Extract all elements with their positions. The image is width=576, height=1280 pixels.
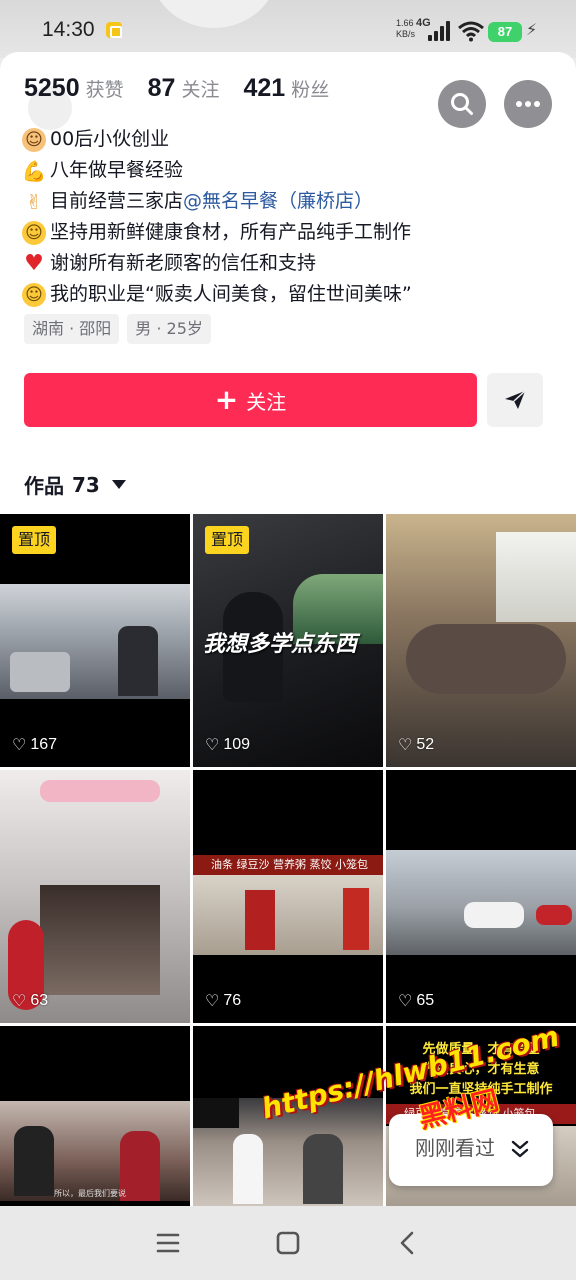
system-nav-bar <box>0 1206 576 1280</box>
collapse-label: 刚刚看过 <box>415 1136 495 1160</box>
more-icon <box>516 101 540 107</box>
video-tile[interactable] <box>193 1026 383 1212</box>
red-heart-icon: ♥ <box>24 250 44 276</box>
caption-line: 先做良心，才有生意 <box>422 1062 540 1077</box>
followers-count[interactable]: 421 <box>243 74 285 103</box>
follow-button[interactable]: + 关注 <box>24 373 477 427</box>
heart-outline-icon: ♡ <box>12 737 27 754</box>
bio-line: ✌ 目前经营三家店 @無名早餐（廉桥店） <box>22 186 562 217</box>
video-tile[interactable]: ♡ 52 <box>386 514 576 767</box>
bio-line: 💪 八年做早餐经验 <box>22 155 562 186</box>
profile-stats: 5250 获赞 87 关注 421 粉丝 <box>24 74 353 103</box>
home-icon[interactable] <box>273 1228 303 1258</box>
send-icon <box>505 390 526 409</box>
menu-icon[interactable] <box>153 1228 183 1258</box>
likes-value: 76 <box>223 992 242 1009</box>
flexed-biceps-icon: 💪 <box>21 158 47 183</box>
tab-works[interactable]: 作品 73 <box>24 470 126 499</box>
video-likes: ♡ 52 <box>398 735 434 755</box>
bio-line: ☺ 我的职业是“贩卖人间美食，留住世间美味” <box>22 279 562 310</box>
likes-count: 5250 <box>24 74 80 102</box>
heart-outline-icon: ♡ <box>12 993 27 1010</box>
gender-age-tag: 男 · 25岁 <box>127 314 211 344</box>
pinned-badge: 置顶 <box>12 526 57 554</box>
network-speed-unit: KB/s <box>396 29 416 39</box>
following-label[interactable]: 关注 <box>181 75 219 102</box>
profile-tags: 湖南 · 邵阳 男 · 25岁 <box>24 314 211 344</box>
heart-outline-icon: ♡ <box>398 993 413 1010</box>
location-tag: 湖南 · 邵阳 <box>24 314 120 344</box>
video-caption: 先做质量，才有销量 先做良心，才有生意 我们一直坚持纯手工制作 <box>386 1040 576 1100</box>
search-icon <box>451 93 473 115</box>
video-tile[interactable]: ♡ 65 <box>386 770 576 1023</box>
pinned-badge: 置顶 <box>205 526 250 554</box>
caption-line: 先做质量，才有销量 <box>422 1042 540 1057</box>
signal-icon <box>428 21 454 41</box>
status-bar: 14:30 1.66 4G KB/s 87 ⚡ <box>0 0 576 58</box>
works-tab-label: 作品 <box>24 474 64 498</box>
relieved-face-icon: ☺ <box>22 282 46 307</box>
chevron-double-down-icon <box>511 1140 529 1158</box>
battery-indicator: 87 <box>488 22 522 42</box>
boy-face-icon: ☺ <box>22 127 46 152</box>
video-overlay-text: 我想多学点东西 <box>203 632 358 657</box>
video-likes: ♡ 109 <box>205 735 250 755</box>
store-mention-link[interactable]: @無名早餐（廉桥店） <box>183 186 373 217</box>
bio-text: 八年做早餐经验 <box>50 159 184 181</box>
video-tile[interactable]: 油条 绿豆沙 营养粥 蒸饺 小笼包 ♡ 76 <box>193 770 383 1023</box>
collapse-button[interactable]: 刚刚看过 <box>389 1114 553 1186</box>
video-tile[interactable]: 所以，最后我们要说 <box>0 1026 190 1212</box>
bio-text: 谢谢所有新老顾客的信任和支持 <box>50 252 317 274</box>
profile-bio: ☺ 00后小伙创业 💪 八年做早餐经验 ✌ 目前经营三家店 @無名早餐（廉桥店）… <box>22 124 562 310</box>
likes-label: 获赞 <box>85 79 124 101</box>
likes-value: 63 <box>30 992 49 1009</box>
profile-card: 5250 获赞 87 关注 421 粉丝 ☺ 00后小伙创业 💪 八年做早餐经验… <box>0 52 576 1212</box>
more-button[interactable] <box>504 80 552 128</box>
network-speed: 1.66 4G KB/s <box>396 18 431 40</box>
likes-value: 52 <box>416 736 435 753</box>
video-tile[interactable]: ♡ 63 <box>0 770 190 1023</box>
caption-line: 我们一直坚持纯手工制作 <box>409 1082 553 1097</box>
bio-line: ☺ 坚持用新鲜健康食材，所有产品纯手工制作 <box>22 217 562 248</box>
video-likes: ♡ 167 <box>12 735 57 755</box>
network-speed-value: 1.66 <box>396 18 414 28</box>
followers-label[interactable]: 粉丝 <box>291 75 329 102</box>
heart-outline-icon: ♡ <box>398 737 413 754</box>
video-grid: 置顶 ♡ 167 置顶 我想多学点东西 ♡ 109 ♡ 52 ♡ 63 油条 绿… <box>0 514 576 1212</box>
likes-value: 167 <box>30 736 58 753</box>
video-likes: ♡ 76 <box>205 991 241 1011</box>
charging-icon: ⚡ <box>526 20 538 39</box>
bio-text: 我的职业是“贩卖人间美食，留住世间美味” <box>50 283 412 305</box>
app-notification-icon <box>106 22 122 38</box>
storefront-banner: 油条 绿豆沙 营养粥 蒸饺 小笼包 <box>193 855 383 875</box>
video-likes: ♡ 65 <box>398 991 434 1011</box>
follow-label: 关注 <box>246 389 287 414</box>
likes-value: 65 <box>416 992 435 1009</box>
bio-text: 00后小伙创业 <box>50 128 170 150</box>
plus-icon: + <box>214 383 239 416</box>
heart-outline-icon: ♡ <box>205 737 220 754</box>
status-camera-cutout <box>150 0 278 28</box>
likes-value: 109 <box>223 736 251 753</box>
bio-text: 坚持用新鲜健康食材，所有产品纯手工制作 <box>50 221 412 243</box>
back-icon[interactable] <box>393 1228 423 1258</box>
works-count: 73 <box>72 472 100 497</box>
victory-hand-icon: ✌ <box>25 189 43 214</box>
video-subtitle: 所以，最后我们要说 <box>54 1189 126 1198</box>
bio-line: ♥ 谢谢所有新老顾客的信任和支持 <box>22 248 562 279</box>
video-tile[interactable]: 置顶 ♡ 167 <box>0 514 190 767</box>
search-button[interactable] <box>438 80 486 128</box>
video-tile[interactable]: 置顶 我想多学点东西 ♡ 109 <box>193 514 383 767</box>
message-button[interactable] <box>487 373 543 427</box>
smiling-face-icon: ☺ <box>22 220 46 245</box>
status-time: 14:30 <box>42 18 95 41</box>
bio-line: ☺ 00后小伙创业 <box>22 124 562 155</box>
wifi-icon <box>458 21 484 42</box>
caret-down-icon <box>111 480 126 489</box>
bio-text: 目前经营三家店 <box>50 190 184 212</box>
heart-outline-icon: ♡ <box>205 993 220 1010</box>
video-likes: ♡ 63 <box>12 991 48 1011</box>
following-count[interactable]: 87 <box>148 74 176 103</box>
